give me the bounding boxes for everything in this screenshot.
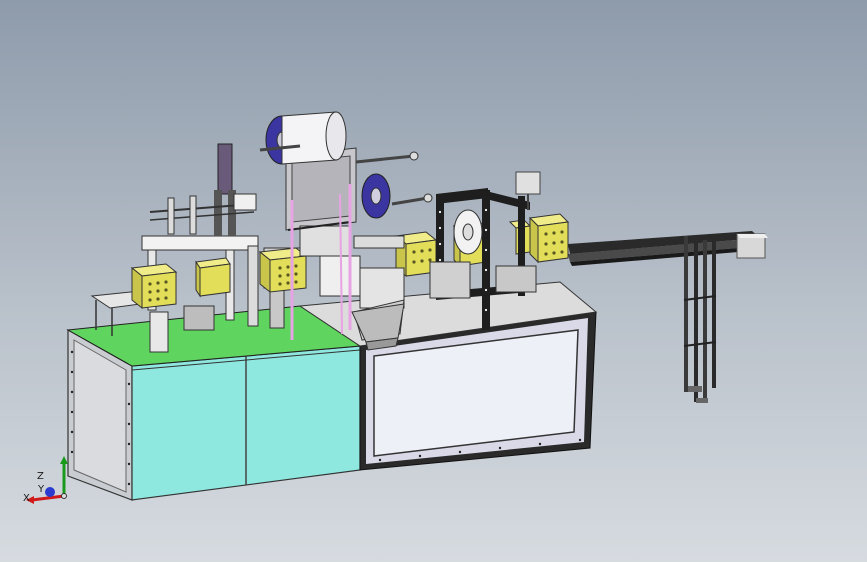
z-axis-label: Z xyxy=(37,471,44,482)
machine-3d-model[interactable] xyxy=(0,0,867,562)
x-axis-label: X xyxy=(23,493,30,504)
discharge-conveyor xyxy=(568,231,768,403)
base-cabinet xyxy=(66,281,598,501)
triad-origin xyxy=(61,493,67,499)
cad-graphics-viewport[interactable]: Z Y X xyxy=(0,0,867,562)
orientation-triad: Z Y X xyxy=(23,456,68,504)
z-axis-arrow xyxy=(60,456,68,464)
y-axis-label: Y xyxy=(37,484,45,495)
y-axis-cone xyxy=(45,487,55,497)
x-axis-line xyxy=(31,494,65,502)
